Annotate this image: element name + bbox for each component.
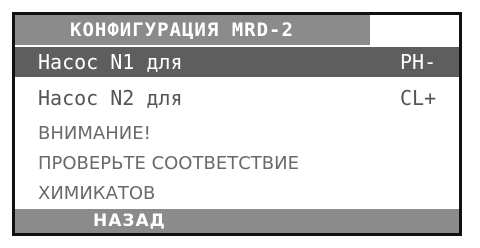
pump-1-label: Насос N1 для [38,50,183,74]
back-button[interactable]: НАЗАД [15,209,459,233]
pump-2-label: Насос N2 для [38,86,183,110]
pump-2-value: CL+ [400,86,437,110]
screen-title: КОНФИГУРАЦИЯ MRD-2 [15,15,370,45]
pump-1-value: PH- [400,50,437,74]
config-screen: КОНФИГУРАЦИЯ MRD-2 Насос N1 для PH- Насо… [12,12,462,236]
warning-line-2: ПРОВЕРЬТЕ СООТВЕТСТВИЕ [38,153,299,174]
warning-line-3: ХИМИКАТОВ [38,183,156,204]
warning-line-1: ВНИМАНИЕ! [38,123,151,144]
pump-1-row[interactable]: Насос N1 для PH- [15,47,459,77]
pump-2-row[interactable]: Насос N2 для CL+ [15,83,459,113]
